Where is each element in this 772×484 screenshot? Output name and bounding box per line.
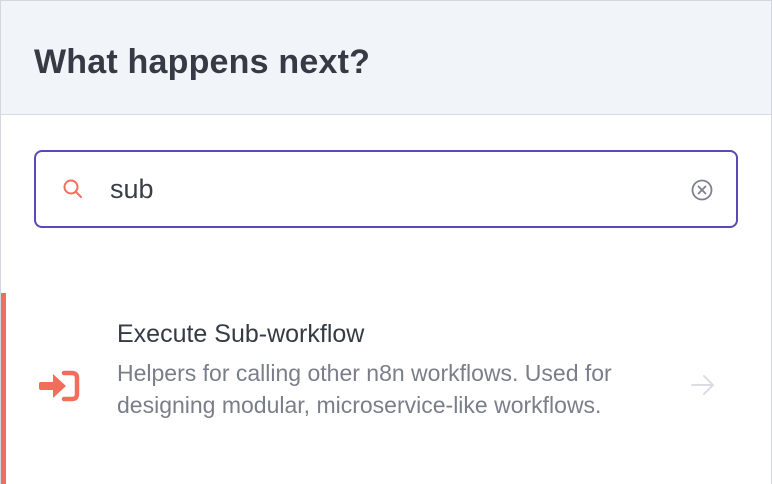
- sign-in-arrow-icon: [39, 370, 80, 402]
- node-creator-panel: What happens next? Execute Sub-workflow …: [0, 0, 772, 484]
- search-icon: [63, 179, 82, 198]
- arrow-right-icon: [691, 375, 714, 395]
- result-description: Helpers for calling other n8n workflows.…: [117, 360, 612, 418]
- clear-search-icon[interactable]: [690, 178, 714, 202]
- panel-header: What happens next?: [1, 1, 771, 115]
- result-item-execute-sub-workflow[interactable]: Execute Sub-workflow Helpers for calling…: [1, 293, 771, 484]
- search-input[interactable]: [110, 169, 670, 209]
- search-box[interactable]: [34, 150, 738, 228]
- result-title: Execute Sub-workflow: [117, 320, 365, 348]
- panel-title: What happens next?: [34, 43, 371, 81]
- selected-indicator: [1, 293, 6, 484]
